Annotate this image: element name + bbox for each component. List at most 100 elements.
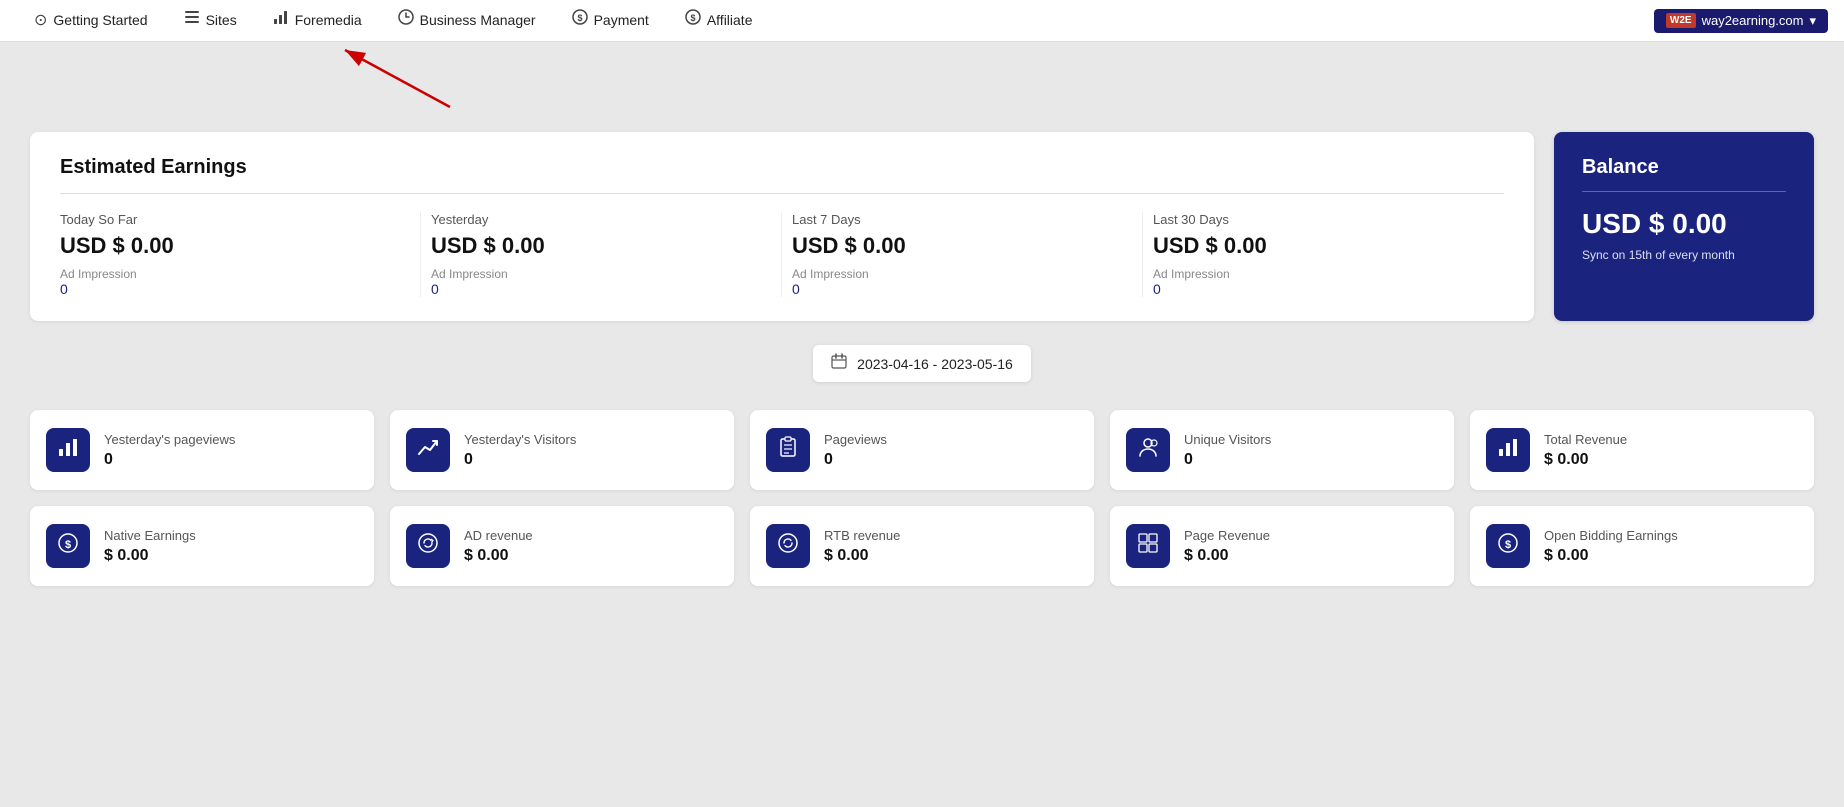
total-revenue-info: Total Revenue $ 0.00 [1544,432,1627,469]
today-period: Today So Far [60,212,410,227]
stat-card-total-revenue: Total Revenue $ 0.00 [1470,410,1814,490]
today-impression-label: Ad Impression [60,267,410,281]
person-icon [1137,436,1159,464]
page-revenue-value: $ 0.00 [1184,547,1270,565]
nav-item-affiliate[interactable]: $ Affiliate [667,0,771,42]
open-bidding-info: Open Bidding Earnings $ 0.00 [1544,528,1678,565]
rtb-revenue-icon-box [766,524,810,568]
sites-icon [184,9,200,30]
stat-card-ad-revenue: AD revenue $ 0.00 [390,506,734,586]
top-row: Estimated Earnings Today So Far USD $ 0.… [30,132,1814,321]
nav-label-sites: Sites [206,12,237,28]
30days-impression-label: Ad Impression [1153,267,1494,281]
bar-chart-icon [57,436,79,464]
yesterdays-pageviews-icon-box [46,428,90,472]
nav-item-getting-started[interactable]: ⊙ Getting Started [16,0,166,42]
trend-up-icon [417,436,439,464]
yesterday-impression-value: 0 [431,281,771,297]
7days-period: Last 7 Days [792,212,1132,227]
clipboard-icon [777,436,799,464]
30days-period: Last 30 Days [1153,212,1494,227]
date-range-text: 2023-04-16 - 2023-05-16 [857,356,1013,372]
main-content: Estimated Earnings Today So Far USD $ 0.… [0,112,1844,622]
rtb-revenue-label: RTB revenue [824,528,900,543]
stat-card-pageviews: Pageviews 0 [750,410,1094,490]
earnings-col-30days: Last 30 Days USD $ 0.00 Ad Impression 0 [1143,212,1504,297]
pageviews-value: 0 [824,451,887,469]
nav-label-getting-started: Getting Started [53,12,147,28]
today-impression-value: 0 [60,281,410,297]
date-range-row: 2023-04-16 - 2023-05-16 [30,345,1814,382]
svg-text:$: $ [1505,539,1511,551]
yesterdays-visitors-label: Yesterday's Visitors [464,432,576,447]
ad-revenue-info: AD revenue $ 0.00 [464,528,533,565]
page-revenue-info: Page Revenue $ 0.00 [1184,528,1270,565]
brand-chevron-icon: ▾ [1809,13,1816,29]
unique-visitors-label: Unique Visitors [1184,432,1271,447]
unique-visitors-value: 0 [1184,451,1271,469]
nav-brand[interactable]: W2E way2earning.com ▾ [1654,9,1828,33]
yesterdays-visitors-icon-box [406,428,450,472]
stat-card-open-bidding: $ Open Bidding Earnings $ 0.00 [1470,506,1814,586]
stat-card-yesterdays-visitors: Yesterday's Visitors 0 [390,410,734,490]
svg-text:$: $ [690,13,695,23]
dollar-circle2-icon: $ [1497,532,1519,560]
refresh-icon [777,532,799,560]
stat-card-yesterdays-pageviews: Yesterday's pageviews 0 [30,410,374,490]
stat-cards-row1: Yesterday's pageviews 0 Yesterday's Visi… [30,410,1814,490]
pageviews-info: Pageviews 0 [824,432,887,469]
bar-chart2-icon [1497,436,1519,464]
balance-card: Balance USD $ 0.00 Sync on 15th of every… [1554,132,1814,321]
stat-cards-row2: $ Native Earnings $ 0.00 [30,506,1814,586]
nav-item-foremedia[interactable]: Foremedia [255,0,380,42]
brand-label: way2earning.com [1702,13,1804,28]
pageviews-icon-box [766,428,810,472]
yesterdays-visitors-info: Yesterday's Visitors 0 [464,432,576,469]
business-manager-icon [398,9,414,30]
native-earnings-label: Native Earnings [104,528,196,543]
earnings-col-7days: Last 7 Days USD $ 0.00 Ad Impression 0 [782,212,1143,297]
payment-icon: $ [572,9,588,30]
dollar-circle-icon: $ [57,532,79,560]
navbar: ⊙ Getting Started Sites Foremedi [0,0,1844,42]
page-revenue-label: Page Revenue [1184,528,1270,543]
yesterdays-visitors-value: 0 [464,451,576,469]
nav-item-sites[interactable]: Sites [166,0,255,42]
ad-revenue-value: $ 0.00 [464,547,533,565]
arrow-annotation [0,42,1844,112]
affiliate-icon: $ [685,9,701,30]
earnings-grid: Today So Far USD $ 0.00 Ad Impression 0 … [60,212,1504,297]
foremedia-icon [273,9,289,30]
nav-label-business-manager: Business Manager [420,12,536,28]
stat-card-unique-visitors: Unique Visitors 0 [1110,410,1454,490]
yesterdays-pageviews-label: Yesterday's pageviews [104,432,235,447]
page-revenue-icon-box [1126,524,1170,568]
nav-item-business-manager[interactable]: Business Manager [380,0,554,42]
rtb-revenue-value: $ 0.00 [824,547,900,565]
open-bidding-label: Open Bidding Earnings [1544,528,1678,543]
ad-revenue-label: AD revenue [464,528,533,543]
calendar-icon [831,353,847,374]
unique-visitors-icon-box [1126,428,1170,472]
nav-label-foremedia: Foremedia [295,12,362,28]
7days-impression-value: 0 [792,281,1132,297]
rtb-revenue-info: RTB revenue $ 0.00 [824,528,900,565]
nav-label-affiliate: Affiliate [707,12,753,28]
yesterday-period: Yesterday [431,212,771,227]
yesterday-impression-label: Ad Impression [431,267,771,281]
yesterdays-pageviews-info: Yesterday's pageviews 0 [104,432,235,469]
nav-items: ⊙ Getting Started Sites Foremedi [16,0,771,42]
total-revenue-value: $ 0.00 [1544,451,1627,469]
getting-started-icon: ⊙ [34,10,47,30]
nav-item-payment[interactable]: $ Payment [554,0,667,42]
balance-divider [1582,191,1786,192]
open-bidding-value: $ 0.00 [1544,547,1678,565]
yesterdays-pageviews-value: 0 [104,451,235,469]
stat-card-native-earnings: $ Native Earnings $ 0.00 [30,506,374,586]
unique-visitors-info: Unique Visitors 0 [1184,432,1271,469]
pageviews-label: Pageviews [824,432,887,447]
7days-impression-label: Ad Impression [792,267,1132,281]
date-range-picker[interactable]: 2023-04-16 - 2023-05-16 [813,345,1031,382]
7days-amount: USD $ 0.00 [792,233,1132,259]
balance-title: Balance [1582,156,1786,179]
